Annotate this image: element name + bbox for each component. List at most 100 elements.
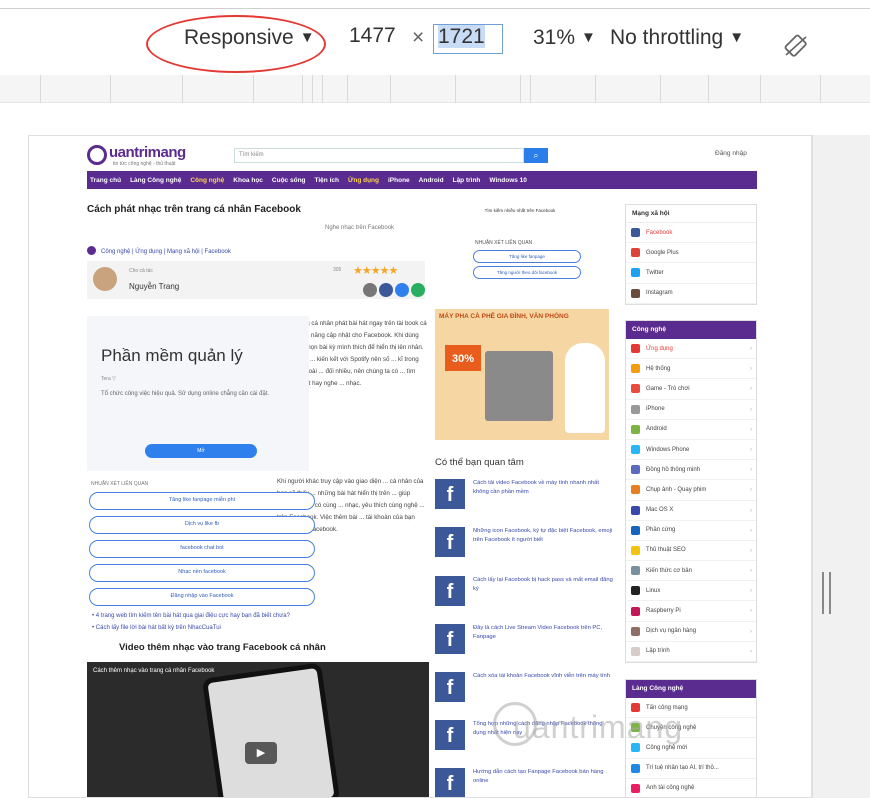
login-link[interactable]: Đăng nhập [715, 150, 747, 157]
width-input[interactable]: 1477 [345, 24, 405, 54]
live-stream-icon: f [435, 624, 465, 654]
author-name[interactable]: Nguyễn Trang [129, 282, 179, 291]
zoom-dropdown[interactable]: 31% ▼ [533, 24, 596, 52]
facebook-share-icon[interactable] [379, 283, 393, 297]
list-item[interactable]: f Cách lấy lại Facebook bị hack pass và m… [435, 576, 613, 616]
code-icon [631, 646, 640, 656]
sidebar-heading: Mạng xã hội [626, 205, 756, 223]
sidebar-item[interactable]: Lập trình › [626, 642, 756, 662]
nav-lang-cong-nghe[interactable]: Làng Công nghệ [130, 177, 181, 184]
facebook-icon: f [435, 720, 465, 750]
nav-tien-ich[interactable]: Tiện ích [315, 177, 339, 184]
sidebar-item[interactable]: Facebook [626, 223, 756, 244]
sidebar-item[interactable]: Windows Phone › [626, 440, 756, 461]
height-input[interactable]: 1721 [433, 24, 503, 54]
nav-home[interactable]: Trang chủ [90, 177, 121, 184]
related-pill[interactable]: Đăng nhập vào Facebook [89, 588, 315, 606]
email-share-icon[interactable] [363, 283, 377, 297]
list-item[interactable]: f Những icon Facebook, ký tự đặc biệt Fac… [435, 527, 613, 567]
throttling-dropdown[interactable]: No throttling ▼ [610, 24, 744, 52]
related-pill[interactable]: Nhạc nền facebook [89, 564, 315, 582]
nav-iphone[interactable]: iPhone [388, 177, 410, 184]
windows-phone-icon [631, 445, 640, 455]
sidebar-item[interactable]: iPhone › [626, 400, 756, 420]
share-icon[interactable] [411, 283, 425, 297]
play-icon[interactable]: ▶ [245, 742, 277, 764]
site-search-input[interactable]: Tìm kiếm [234, 148, 524, 163]
messenger-share-icon[interactable] [395, 283, 409, 297]
site-logo[interactable]: uantrimang [109, 144, 186, 161]
camera-icon [631, 485, 640, 495]
related-pill[interactable]: Dịch vụ like fb [89, 516, 315, 534]
nav-khoa-hoc[interactable]: Khoa học [233, 177, 263, 184]
video-thumbnail [201, 662, 341, 797]
middle-pill[interactable]: Tăng người theo dõi facebook [473, 266, 581, 279]
suggestion-link[interactable]: Cách tải video Facebook về máy tính nhan… [473, 479, 613, 497]
rating-stars[interactable]: ★★★★★ [353, 264, 398, 277]
suggestion-link[interactable]: Những icon Facebook, ký tự đặc biệt Face… [473, 527, 613, 545]
fanpage-icon: f [435, 768, 465, 797]
sidebar-item[interactable]: Anh tài công nghệ [626, 779, 756, 797]
sidebar-item[interactable]: Google Plus [626, 243, 756, 264]
nav-lap-trinh[interactable]: Lập trình [453, 177, 481, 184]
instagram-icon [631, 288, 640, 298]
video-player[interactable]: Cách thêm nhạc vào trang cá nhân Faceboo… [87, 662, 429, 797]
nav-windows-10[interactable]: Windows 10 [489, 177, 527, 184]
middle-heading: Tìm kiếm nhiều nhất trên Facebook [484, 208, 556, 213]
sidebar-item[interactable]: Trí tuệ nhân tạo AI, trí thô... [626, 759, 756, 779]
coffee-ad-banner[interactable]: MÁY PHA CÀ PHÊ GIA ĐÌNH, VĂN PHÒNG 30% [435, 309, 609, 440]
sidebar-item[interactable]: Kiến thức cơ bản › [626, 561, 756, 582]
search-icon[interactable]: ⌕ [524, 148, 548, 163]
suggestion-link[interactable]: Hướng dẫn cách tạo Fanpage Facebook bán … [473, 768, 613, 786]
breadcrumb-text[interactable]: Công nghệ | Ứng dụng | Mạng xã hội | Fac… [101, 249, 231, 255]
nav-android[interactable]: Android [419, 177, 444, 184]
logo-icon[interactable] [87, 145, 107, 165]
related-link[interactable]: • 4 trang web tìm kiếm tên bài hát qua g… [92, 610, 290, 622]
author-label: Cho cả tác [129, 268, 153, 274]
nav-ung-dung[interactable]: Ứng dụng [348, 177, 379, 184]
sidebar-item[interactable]: Mac OS X › [626, 501, 756, 521]
apps-icon [631, 344, 640, 354]
sidebar-item[interactable]: Android › [626, 420, 756, 440]
middle-pill[interactable]: Tăng like fanpage [473, 250, 581, 263]
sidebar-item[interactable]: Thủ thuật SEO › [626, 541, 756, 562]
sidebar-item[interactable]: Game - Trò chơi › [626, 379, 756, 400]
sidebar-item[interactable]: Twitter [626, 263, 756, 284]
nav-cuoc-song[interactable]: Cuộc sống [272, 177, 306, 184]
suggest-title: Có thể bạn quan tâm [435, 457, 524, 468]
related-pill[interactable]: facebook chat bot [89, 540, 315, 558]
caret-down-icon: ▼ [729, 29, 745, 46]
sidebar-item[interactable]: Đồng hồ thông minh › [626, 460, 756, 481]
list-item[interactable]: f Cách tải video Facebook về máy tính nha… [435, 479, 611, 519]
sidebar-item[interactable]: Raspberry Pi › [626, 601, 756, 622]
sidebar-item[interactable]: Hệ thống › [626, 359, 756, 380]
sidebar-item[interactable]: Instagram [626, 284, 756, 304]
ad-button[interactable]: Mở [145, 444, 257, 458]
sidebar-item[interactable]: Chụp ảnh - Quay phim › [626, 480, 756, 501]
game-icon [631, 384, 640, 394]
list-item[interactable]: f Hướng dẫn cách tạo Fanpage Facebook bán… [435, 768, 613, 797]
hardware-icon [631, 525, 640, 535]
related-links: • 4 trang web tìm kiếm tên bài hát qua g… [92, 610, 290, 634]
nav-cong-nghe[interactable]: Công nghệ [190, 177, 224, 184]
suggestion-link[interactable]: Đây là cách Live Stream Video Facebook t… [473, 624, 613, 642]
sidebar-item[interactable]: Phần cứng › [626, 521, 756, 541]
media-query-bar[interactable] [0, 75, 870, 103]
sidebar-tech: Công nghệ Ứng dụng › Hệ thống › Game - Trò… [625, 320, 757, 663]
facebook-icon: f [435, 672, 465, 702]
breadcrumb[interactable]: Công nghệ | Ứng dụng | Mạng xã hội | Fac… [87, 246, 231, 255]
related-pill[interactable]: Tăng like fanpage miễn phí [89, 492, 315, 510]
sidebar-item[interactable]: Linux › [626, 581, 756, 602]
sidebar-item[interactable]: Dịch vụ ngân hàng › [626, 622, 756, 642]
article-title: Cách phát nhạc trên trang cá nhân Facebo… [87, 204, 301, 215]
rotate-icon[interactable] [783, 34, 809, 63]
throttling-label: No throttling [610, 26, 724, 49]
sidebar-item[interactable]: Ứng dụng › [626, 339, 756, 360]
ad-box[interactable]: Phần mềm quản lý Tera ▽ Tổ chức công việ… [87, 316, 309, 471]
related-link[interactable]: • Cách lấy file lời bài hát bất kỳ trên … [92, 622, 290, 634]
device-dropdown[interactable]: Responsive ▼ [184, 24, 315, 52]
resize-handle[interactable] [822, 572, 831, 614]
suggestion-link[interactable]: Cách xóa tài khoản Facebook vĩnh viễn tr… [473, 672, 613, 681]
suggestion-link[interactable]: Cách lấy lại Facebook bị hack pass và mấ… [473, 576, 613, 594]
list-item[interactable]: f Đây là cách Live Stream Video Facebook … [435, 624, 611, 664]
